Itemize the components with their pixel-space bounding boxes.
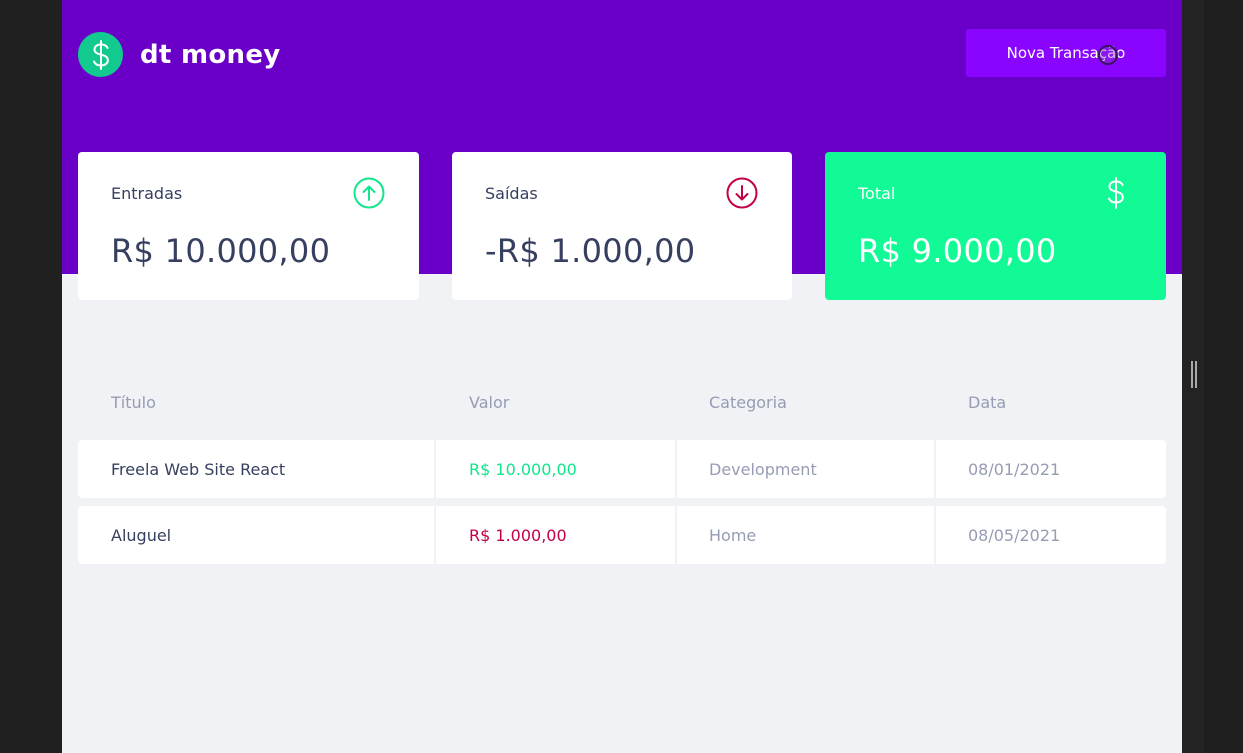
income-label: Entradas <box>111 184 183 203</box>
outcome-label: Saídas <box>485 184 538 203</box>
column-header-title: Título <box>111 393 156 412</box>
dollar-logo-icon <box>78 32 123 77</box>
row-category: Home <box>677 506 934 564</box>
row-category: Development <box>677 440 934 498</box>
mouse-cursor-icon <box>1098 45 1118 65</box>
app-name: dt money <box>140 39 281 70</box>
total-amount: R$ 9.000,00 <box>858 232 1057 270</box>
row-date: 08/05/2021 <box>936 506 1166 564</box>
new-transaction-button[interactable]: Nova Transação <box>966 29 1166 77</box>
column-header-date: Data <box>968 393 1007 412</box>
row-value: R$ 10.000,00 <box>436 440 675 498</box>
total-label: Total <box>858 184 896 203</box>
row-title: Aluguel <box>78 506 434 564</box>
dollar-icon <box>1108 177 1124 209</box>
row-value: R$ 1.000,00 <box>436 506 675 564</box>
column-header-category: Categoria <box>709 393 787 412</box>
right-frame-strip <box>1204 0 1243 753</box>
row-title: Freela Web Site React <box>78 440 434 498</box>
row-date: 08/01/2021 <box>936 440 1166 498</box>
resize-handle[interactable] <box>1191 361 1197 388</box>
income-card: Entradas R$ 10.000,00 <box>78 152 419 300</box>
table-row: Freela Web Site React R$ 10.000,00 Devel… <box>78 440 1166 498</box>
outcome-card: Saídas -R$ 1.000,00 <box>452 152 792 300</box>
total-card: Total R$ 9.000,00 <box>825 152 1166 300</box>
arrow-down-circle-icon <box>726 177 758 209</box>
table-row: Aluguel R$ 1.000,00 Home 08/05/2021 <box>78 506 1166 564</box>
income-amount: R$ 10.000,00 <box>111 232 331 270</box>
column-header-value: Valor <box>469 393 510 412</box>
arrow-up-circle-icon <box>353 177 385 209</box>
app-window: dt money Nova Transação Entradas R$ 10.0… <box>62 0 1182 753</box>
outcome-amount: -R$ 1.000,00 <box>485 232 696 270</box>
transactions-table-header: Título Valor Categoria Data <box>62 393 1182 415</box>
right-frame <box>1182 0 1243 753</box>
logo: dt money <box>78 32 281 77</box>
left-frame <box>0 0 62 753</box>
